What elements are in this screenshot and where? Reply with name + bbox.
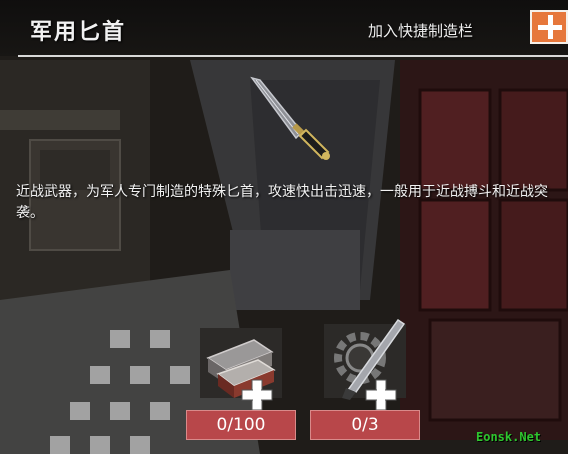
item-description: 近战武器，为军人专门制造的特殊匕首，攻速快出击迅速，一般用于近战搏斗和近战突袭。 bbox=[16, 184, 548, 221]
material-slot-parts[interactable]: 0/3 bbox=[310, 308, 420, 440]
combat-knife-icon bbox=[250, 76, 330, 160]
add-to-shortcut-label: 加入快捷制造栏 bbox=[368, 22, 474, 40]
plus-icon-stem bbox=[548, 15, 553, 39]
header-divider bbox=[18, 55, 568, 57]
material-count: 0/3 bbox=[310, 410, 420, 440]
add-material-plus-icon bbox=[241, 379, 273, 411]
watermark: Eonsk.Net bbox=[476, 430, 542, 444]
add-material-plus-icon bbox=[365, 379, 397, 411]
material-slot-metal[interactable]: 0/100 bbox=[186, 308, 296, 440]
add-shortcut-button[interactable] bbox=[530, 10, 568, 44]
material-count: 0/100 bbox=[186, 410, 296, 440]
item-title: 军用匕首 bbox=[30, 20, 127, 45]
